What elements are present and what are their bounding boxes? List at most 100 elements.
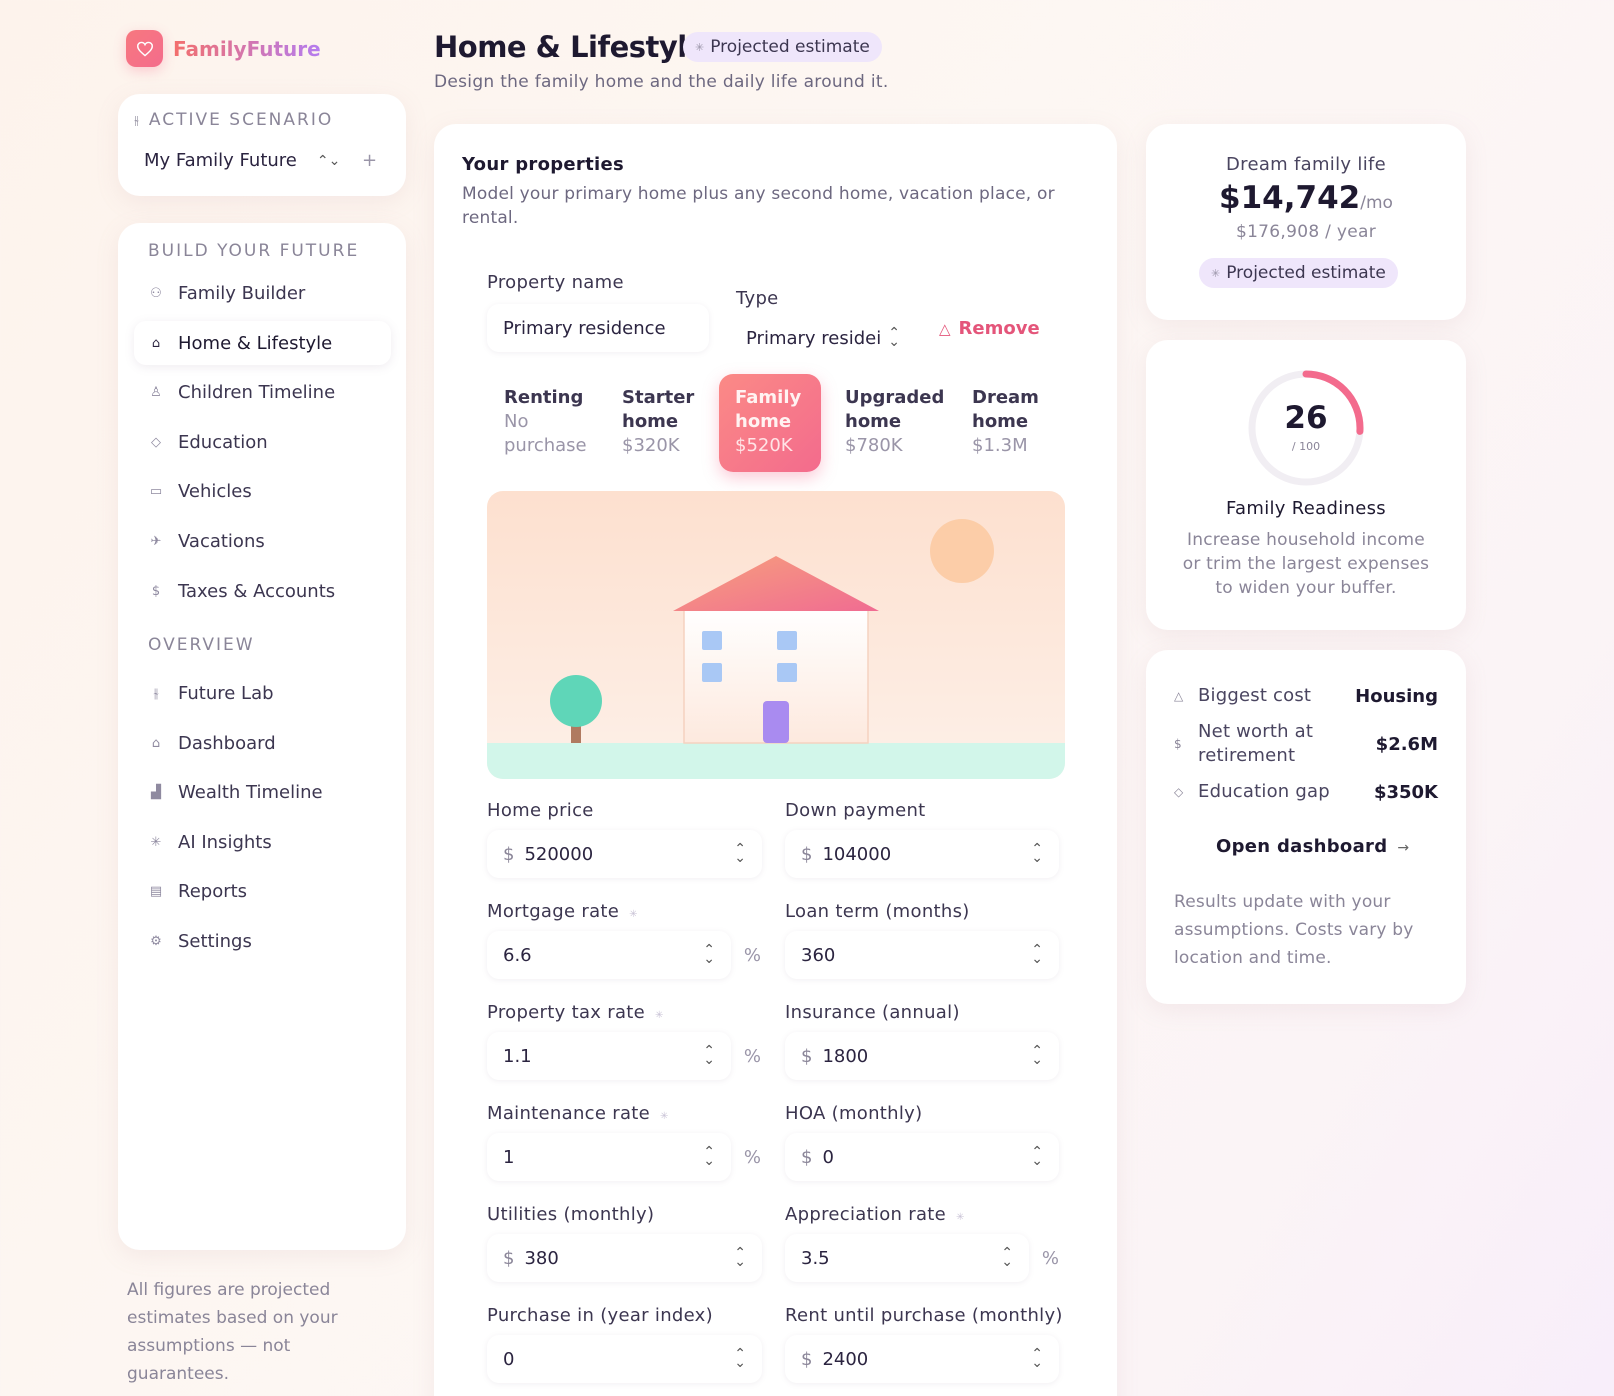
property-tax-input[interactable]: 1.1 ⌃ ⌄ % — [487, 1032, 761, 1080]
badge-label: Projected estimate — [710, 37, 870, 57]
sidebar-item-education[interactable]: ◇ Education — [134, 420, 391, 464]
sidebar-item-label: Dashboard — [178, 732, 276, 754]
stepper-icon[interactable]: ⌃ ⌄ — [703, 943, 715, 966]
property-type-select[interactable]: Primary residei ⌃ ⌄ — [730, 314, 910, 362]
currency-prefix: $ — [801, 1348, 813, 1370]
down-payment-input[interactable]: $ 104000 ⌃ ⌄ — [785, 830, 1059, 878]
sidebar-footnote: All figures are projected estimates base… — [127, 1280, 338, 1384]
insurance-input[interactable]: $ 1800 ⌃ ⌄ — [785, 1032, 1059, 1080]
sparkle-icon: ✳ — [695, 40, 705, 54]
tier-name: Dream — [972, 387, 1039, 408]
tier-name: Renting — [504, 387, 584, 408]
info-icon[interactable]: ✳ — [956, 1212, 965, 1223]
loan-term-value: 360 — [801, 944, 836, 966]
maintenance-value: 1 — [503, 1146, 515, 1168]
sidebar-item-future-lab[interactable]: ⫳ Future Lab — [134, 671, 391, 715]
sidebar-item-ai-insights[interactable]: ✳ AI Insights — [134, 820, 391, 864]
currency-prefix: $ — [503, 1247, 515, 1269]
sidebar-item-label: Settings — [178, 930, 252, 952]
tier-upgraded-home[interactable]: Upgraded home $780K — [829, 374, 947, 472]
sidebar-item-taxes-accounts[interactable]: $ Taxes & Accounts — [134, 569, 391, 613]
bar-chart-icon: ▟ — [151, 784, 161, 800]
badge-label: Projected estimate — [1226, 263, 1386, 283]
sidebar-item-settings[interactable]: ⚙ Settings — [134, 919, 391, 963]
sidebar-item-home-lifestyle[interactable]: ⌂ Home & Lifestyle — [134, 321, 391, 365]
readiness-card: 26 / 100 Family Readiness Increase house… — [1146, 340, 1466, 630]
info-icon[interactable]: ✳ — [655, 1010, 664, 1021]
appreciation-label-text: Appreciation rate — [785, 1204, 947, 1225]
dream-yearly: $176,908 / year — [1235, 222, 1377, 242]
scenario-eyebrow-label: ACTIVE SCENARIO — [148, 110, 334, 130]
sidebar-item-vehicles[interactable]: ▭ Vehicles — [134, 469, 391, 513]
currency-prefix: $ — [503, 843, 515, 865]
properties-card: Your properties Model your primary home … — [434, 124, 1117, 1396]
scenario-select[interactable]: My Family Future ⌃⌄ — [144, 150, 340, 171]
projected-estimate-badge: ✳ Projected estimate — [683, 32, 882, 62]
tier-name: Family — [735, 387, 802, 408]
tier-price: $1.3M — [972, 435, 1028, 456]
chevron-updown-icon: ⌃⌄ — [316, 152, 341, 169]
mortgage-rate-input[interactable]: 6.6 ⌃ ⌄ % — [487, 931, 761, 979]
maintenance-rate-input[interactable]: 1 ⌃ ⌄ % — [487, 1133, 761, 1181]
rent-until-label: Rent until purchase (monthly) — [785, 1305, 1063, 1326]
stat-education-gap: ◇ Education gap $350K — [1174, 780, 1438, 804]
stepper-icon[interactable]: ⌃ ⌄ — [1001, 1246, 1013, 1269]
info-icon[interactable]: ✳ — [629, 909, 638, 920]
currency-prefix: $ — [801, 1045, 813, 1067]
overview-section-title: OVERVIEW — [148, 635, 255, 655]
tier-starter-home[interactable]: Starter home $320K — [606, 374, 716, 472]
add-scenario-button[interactable]: + — [362, 150, 377, 171]
stepper-icon[interactable]: ⌃ ⌄ — [734, 1347, 746, 1370]
appreciation-rate-input[interactable]: 3.5 ⌃ ⌄ % — [785, 1234, 1059, 1282]
properties-description: Model your primary home plus any second … — [462, 184, 1055, 228]
stepper-icon[interactable]: ⌃ ⌄ — [703, 1145, 715, 1168]
maintenance-label-text: Maintenance rate — [487, 1103, 651, 1124]
projected-estimate-badge: ✳ Projected estimate — [1199, 258, 1398, 288]
tier-dream-home[interactable]: Dream home $1.3M — [956, 374, 1060, 472]
stepper-icon[interactable]: ⌃ ⌄ — [703, 1044, 715, 1067]
stepper-icon[interactable]: ⌃ ⌄ — [734, 1246, 746, 1269]
sidebar-item-children-timeline[interactable]: ♙ Children Timeline — [134, 370, 391, 414]
utilities-input[interactable]: $ 380 ⌃ ⌄ — [487, 1234, 762, 1282]
tier-renting[interactable]: Renting No purchase — [488, 374, 600, 472]
hoa-value: 0 — [822, 1146, 834, 1168]
stepper-icon[interactable]: ⌃ ⌄ — [1031, 943, 1043, 966]
percent-unit: % — [743, 944, 761, 966]
heart-icon — [126, 30, 163, 67]
hoa-input[interactable]: $ 0 ⌃ ⌄ — [785, 1133, 1059, 1181]
sidebar-item-family-builder[interactable]: ⚇ Family Builder — [134, 271, 391, 315]
property-name-input[interactable]: Primary residence — [487, 304, 709, 352]
graduation-cap-icon: ◇ — [151, 434, 161, 450]
remove-property-button[interactable]: △ Remove — [939, 318, 1040, 339]
stepper-icon[interactable]: ⌃ ⌄ — [1031, 842, 1043, 865]
property-tax-label: Property tax rate ✳ — [487, 1002, 664, 1023]
stepper-icon[interactable]: ⌃ ⌄ — [1031, 1145, 1043, 1168]
child-icon: ♙ — [150, 384, 162, 400]
loan-term-input[interactable]: 360 ⌃ ⌄ — [785, 931, 1059, 979]
sidebar-item-label: Home & Lifestyle — [178, 332, 333, 354]
sidebar-item-vacations[interactable]: ✈ Vacations — [134, 519, 391, 563]
info-icon[interactable]: ✳ — [660, 1111, 669, 1122]
stepper-icon[interactable]: ⌃ ⌄ — [734, 842, 746, 865]
stepper-icon[interactable]: ⌃ ⌄ — [1031, 1044, 1043, 1067]
sidebar-item-reports[interactable]: ▤ Reports — [134, 869, 391, 913]
sidebar-item-dashboard[interactable]: ⌂ Dashboard — [134, 721, 391, 765]
sparkle-icon: ✳ — [1211, 266, 1221, 280]
brand[interactable]: FamilyFuture — [126, 30, 321, 67]
home-outline-icon: ⌂ — [151, 735, 161, 751]
utilities-label: Utilities (monthly) — [487, 1204, 655, 1225]
property-type-label: Type — [736, 288, 779, 309]
dream-life-card: Dream family life $14,742/mo $176,908 / … — [1146, 124, 1466, 320]
rent-until-input[interactable]: $ 2400 ⌃ ⌄ — [785, 1335, 1059, 1383]
purchase-year-input[interactable]: 0 ⌃ ⌄ — [487, 1335, 762, 1383]
open-dashboard-link[interactable]: Open dashboard → — [1216, 836, 1409, 857]
sidebar-item-label: Family Builder — [178, 282, 306, 304]
stat-net-worth: $ Net worth at retirement $2.6M — [1174, 720, 1438, 768]
tier-family-home[interactable]: Family home $520K — [719, 374, 821, 472]
stepper-icon[interactable]: ⌃ ⌄ — [1031, 1347, 1043, 1370]
plane-icon: ✈ — [150, 533, 162, 549]
sidebar-item-label: AI Insights — [178, 831, 272, 853]
home-price-input[interactable]: $ 520000 ⌃ ⌄ — [487, 830, 762, 878]
sidebar-item-wealth-timeline[interactable]: ▟ Wealth Timeline — [134, 770, 391, 814]
arrow-right-icon: → — [1397, 840, 1410, 856]
